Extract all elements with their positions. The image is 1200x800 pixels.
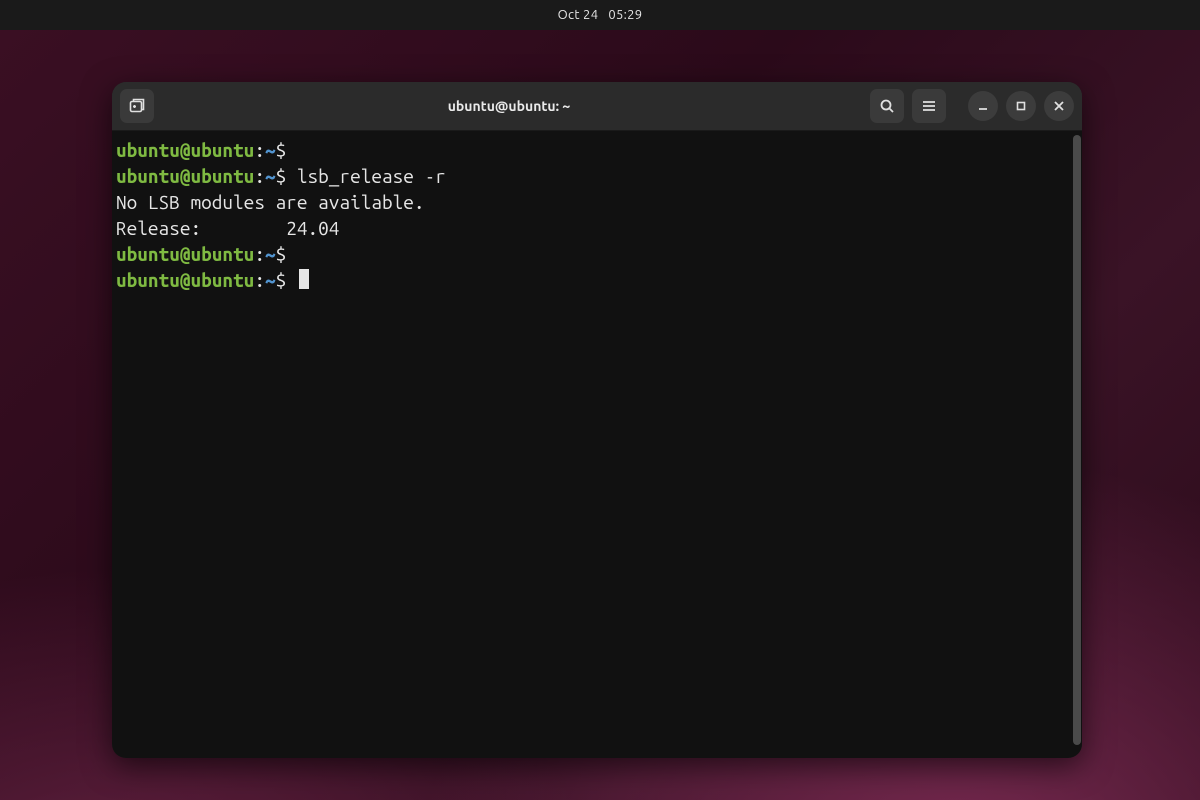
new-tab-icon — [128, 97, 146, 115]
titlebar[interactable]: ubuntu@ubuntu: ~ — [112, 82, 1082, 131]
minimize-button[interactable] — [968, 91, 998, 121]
scrollbar[interactable] — [1072, 131, 1082, 758]
hamburger-icon — [921, 98, 937, 114]
menu-button[interactable] — [912, 89, 946, 123]
minimize-icon — [977, 100, 989, 112]
scrollbar-thumb[interactable] — [1073, 135, 1081, 745]
maximize-icon — [1015, 100, 1027, 112]
clock-time: 05:29 — [608, 8, 642, 22]
search-button[interactable] — [870, 89, 904, 123]
terminal-content[interactable]: ubuntu@ubuntu:~$ ubuntu@ubuntu:~$ lsb_re… — [112, 131, 1072, 758]
top-menubar: Oct 24 05:29 — [0, 0, 1200, 30]
terminal-window: ubuntu@ubuntu: ~ — [112, 82, 1082, 758]
window-title: ubuntu@ubuntu: ~ — [160, 98, 858, 114]
maximize-button[interactable] — [1006, 91, 1036, 121]
search-icon — [879, 98, 895, 114]
clock[interactable]: Oct 24 05:29 — [558, 8, 643, 22]
clock-date: Oct 24 — [558, 8, 599, 22]
terminal-cursor — [299, 269, 309, 289]
close-icon — [1053, 100, 1065, 112]
close-button[interactable] — [1044, 91, 1074, 121]
new-tab-button[interactable] — [120, 89, 154, 123]
